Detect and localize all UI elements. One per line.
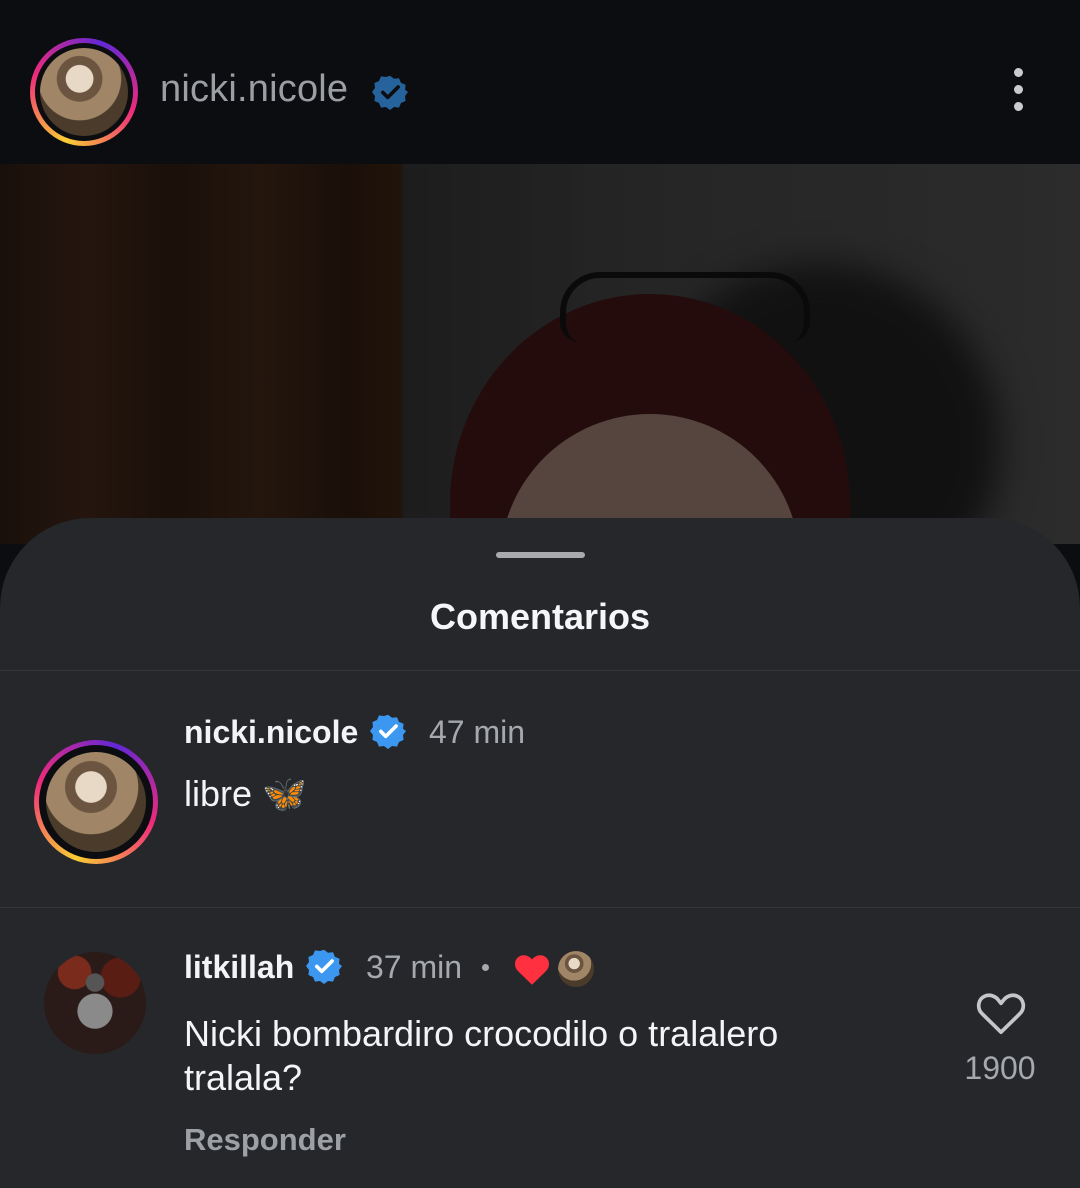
comment-avatar[interactable] <box>46 752 146 852</box>
comment-divider <box>0 907 1080 908</box>
drag-handle[interactable] <box>496 552 585 558</box>
comment-avatar[interactable] <box>44 952 146 1054</box>
like-heart-icon[interactable] <box>975 988 1027 1036</box>
post-header: nicki.nicole <box>0 0 1080 164</box>
verified-badge-icon <box>372 75 408 110</box>
sheet-title: Comentarios <box>429 596 651 637</box>
header-story-ring[interactable] <box>30 38 138 146</box>
like-count: 1900 <box>964 1050 1036 1086</box>
title-divider <box>0 670 1080 671</box>
verified-badge-icon <box>306 949 342 984</box>
comment-text: libre 🦋 <box>184 773 307 814</box>
more-options-icon[interactable] <box>1008 68 1028 116</box>
reply-button[interactable]: Responder <box>184 1122 346 1158</box>
post-photo[interactable] <box>0 164 1080 544</box>
liked-by-author-heart-icon <box>514 955 550 985</box>
header-avatar[interactable] <box>40 48 128 136</box>
comment-username[interactable]: nicki.nicole <box>184 714 358 751</box>
header-username[interactable]: nicki.nicole <box>160 68 348 111</box>
comments-sheet: Comentarios nicki.nicole 47 min libre 🦋 … <box>0 518 1080 1188</box>
separator-dot <box>482 964 489 971</box>
comment-avatar-story-ring[interactable] <box>34 740 158 864</box>
verified-badge-icon <box>370 714 406 749</box>
author-mini-avatar <box>558 951 594 987</box>
comment-username[interactable]: litkillah <box>184 949 294 986</box>
comment-time: 47 min <box>429 714 526 750</box>
comment-text: Nicki bombardiro crocodilo o tralalero t… <box>184 1013 779 1098</box>
comment-time: 37 min <box>366 949 463 985</box>
